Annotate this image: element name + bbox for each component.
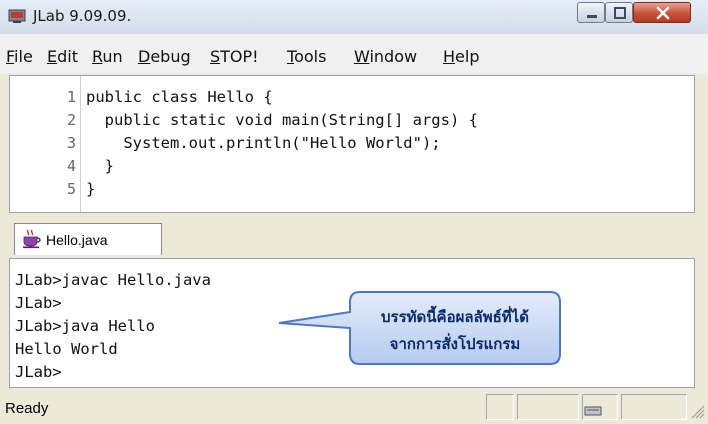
close-button[interactable] <box>633 2 691 23</box>
status-cell <box>621 394 687 420</box>
menu-file[interactable]: File <box>6 47 33 66</box>
menu-stop[interactable]: STOP! <box>210 47 259 66</box>
status-text: Ready <box>5 400 49 417</box>
resize-grip-icon[interactable] <box>690 404 706 424</box>
status-bar: Ready <box>0 390 708 424</box>
title-bar[interactable]: JLab 9.09.09. <box>0 0 708 35</box>
jlab-app-icon <box>8 8 26 24</box>
console-line: Hello World <box>15 340 118 358</box>
console-line: JLab>java Hello <box>15 317 155 335</box>
menu-help[interactable]: Help <box>443 47 479 66</box>
keyboard-icon <box>584 406 602 416</box>
minimize-button[interactable] <box>577 2 605 23</box>
line-number-gutter: 1 2 3 4 5 <box>10 76 81 212</box>
window-title: JLab 9.09.09. <box>33 7 132 25</box>
menu-edit[interactable]: Edit <box>47 47 78 66</box>
console-output[interactable]: JLab>javac Hello.java JLab> JLab>java He… <box>9 258 695 388</box>
java-coffee-cup-icon <box>22 229 42 253</box>
menu-tools[interactable]: Tools <box>287 47 326 66</box>
code-line: } <box>86 180 96 198</box>
console-line: JLab> <box>15 294 62 312</box>
tab-label: Hello.java <box>46 232 108 248</box>
tab-hello-java[interactable]: Hello.java <box>14 223 162 255</box>
line-number: 4 <box>66 157 76 175</box>
menu-window[interactable]: Window <box>354 47 417 66</box>
line-number: 3 <box>66 134 76 152</box>
status-cell <box>517 394 579 420</box>
maximize-button[interactable] <box>605 2 633 23</box>
file-tab-strip: Hello.java <box>9 213 695 257</box>
code-line: public static void main(String[] args) { <box>86 111 478 129</box>
jlab-window: JLab 9.09.09. File Edit Run Debug STOP! … <box>0 0 708 424</box>
line-number: 2 <box>66 111 76 129</box>
status-cell <box>486 394 514 420</box>
code-line: public class Hello { <box>86 88 273 106</box>
line-number: 1 <box>66 88 76 106</box>
menu-run[interactable]: Run <box>92 47 123 66</box>
console-line: JLab> <box>15 363 62 381</box>
code-line: System.out.println("Hello World"); <box>86 134 441 152</box>
menu-bar: File Edit Run Debug STOP! Tools Window H… <box>0 34 708 74</box>
line-number: 5 <box>66 180 76 198</box>
menu-debug[interactable]: Debug <box>138 47 191 66</box>
code-editor[interactable]: 1 2 3 4 5 public class Hello { public st… <box>9 75 695 213</box>
console-line: JLab>javac Hello.java <box>15 271 211 289</box>
status-cell <box>582 394 618 420</box>
code-line: } <box>86 157 114 175</box>
